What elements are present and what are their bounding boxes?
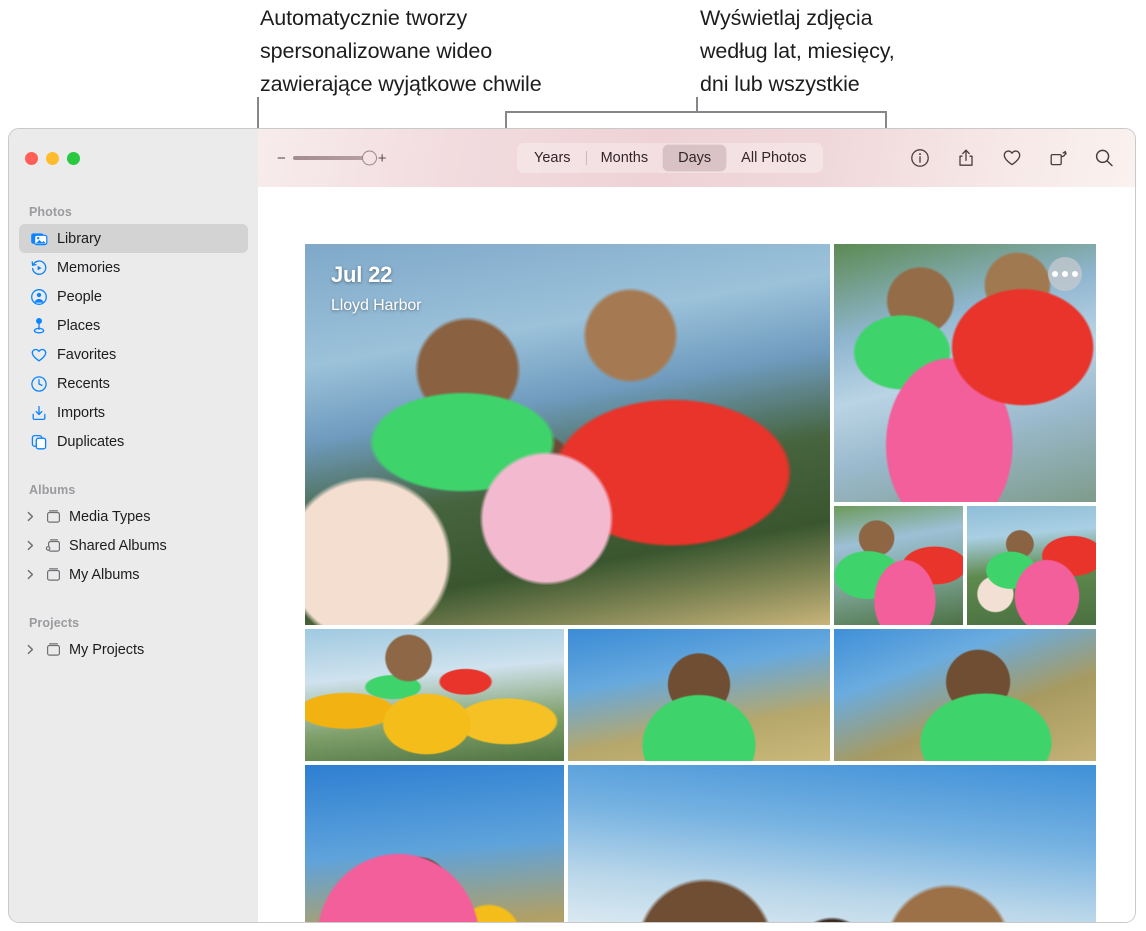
sidebar-item-label: Places [57, 318, 100, 334]
sidebar-item-label: My Albums [69, 567, 139, 583]
share-icon[interactable] [955, 147, 977, 169]
heart-icon [29, 345, 48, 364]
album-icon [43, 565, 63, 584]
titlebar-left-region [9, 129, 258, 187]
sidebar: Photos Library [9, 187, 258, 922]
callout-right-bracket-left-tip [505, 111, 507, 129]
chevron-right-icon[interactable] [24, 540, 37, 551]
sidebar-item-imports[interactable]: Imports [19, 398, 248, 427]
day-header-date: Jul 22 [331, 262, 421, 288]
sidebar-item-duplicates[interactable]: Duplicates [19, 427, 248, 456]
zoom-in-label[interactable]: + [378, 151, 387, 166]
callout-left-text: Automatycznie tworzy spersonalizowane wi… [260, 2, 680, 101]
callout-right-text: Wyświetlaj zdjęcia według lat, miesięcy,… [700, 2, 1000, 101]
album-icon [43, 507, 63, 526]
sidebar-item-label: Favorites [57, 347, 116, 363]
sidebar-item-people[interactable]: People [19, 282, 248, 311]
memories-icon [29, 258, 48, 277]
sidebar-item-label: Library [57, 231, 101, 247]
photo-tile[interactable] [568, 765, 1096, 922]
rotate-icon[interactable] [1047, 147, 1069, 169]
chevron-right-icon[interactable] [24, 511, 37, 522]
window-body: Photos Library [9, 187, 1135, 922]
view-mode-segmented-control: Years Months Days All Photos [517, 143, 823, 173]
photo-tile[interactable]: Jul 22 Lloyd Harbor [305, 244, 830, 625]
sidebar-item-label: Shared Albums [69, 538, 167, 554]
traffic-lights [25, 152, 80, 165]
photos-window: − + Years Months Days All Photos [8, 128, 1136, 923]
sidebar-item-label: People [57, 289, 102, 305]
duplicates-icon [29, 432, 48, 451]
photo-tile[interactable] [834, 506, 963, 625]
callout-right-leader-bracket [505, 111, 887, 113]
chevron-right-icon[interactable] [24, 569, 37, 580]
photo-tile[interactable] [834, 629, 1096, 761]
sidebar-item-label: Duplicates [57, 434, 124, 450]
chevron-right-icon[interactable] [24, 644, 37, 655]
day-header-place: Lloyd Harbor [331, 297, 421, 315]
zoom-button[interactable] [67, 152, 80, 165]
sidebar-item-label: Media Types [69, 509, 150, 525]
album-icon [43, 640, 63, 659]
photo-tile[interactable] [967, 506, 1096, 625]
screenshot-root: Automatycznie tworzy spersonalizowane wi… [0, 0, 1146, 931]
sidebar-item-memories[interactable]: Memories [19, 253, 248, 282]
sidebar-item-places[interactable]: Places [19, 311, 248, 340]
ellipsis-dot [1052, 271, 1058, 277]
sidebar-item-shared-albums[interactable]: Shared Albums [19, 531, 248, 560]
photo-tile[interactable] [568, 629, 830, 761]
heart-icon[interactable] [1001, 147, 1023, 169]
toolbar-icon-group [909, 147, 1115, 169]
zoom-out-label[interactable]: − [277, 151, 286, 166]
minimize-button[interactable] [46, 152, 59, 165]
search-icon[interactable] [1093, 147, 1115, 169]
sidebar-item-favorites[interactable]: Favorites [19, 340, 248, 369]
clock-icon [29, 374, 48, 393]
close-button[interactable] [25, 152, 38, 165]
window-titlebar: − + Years Months Days All Photos [9, 129, 1135, 187]
photo-tile[interactable] [305, 765, 564, 922]
shared-album-icon [43, 536, 63, 555]
callout-right-bracket-right-tip [885, 111, 887, 129]
library-icon [29, 229, 48, 248]
tab-days[interactable]: Days [663, 145, 726, 171]
sidebar-section-photos-header: Photos [19, 187, 248, 224]
day-header-overlay: Jul 22 Lloyd Harbor [331, 262, 421, 315]
tab-months[interactable]: Months [586, 145, 664, 171]
photo-grid-inner: Jul 22 Lloyd Harbor [305, 244, 1097, 922]
sidebar-item-label: Recents [57, 376, 110, 392]
sidebar-item-label: Imports [57, 405, 105, 421]
people-icon [29, 287, 48, 306]
zoom-slider-thumb[interactable] [362, 151, 377, 166]
places-icon [29, 316, 48, 335]
zoom-slider[interactable]: − + [277, 151, 387, 166]
zoom-slider-track[interactable] [293, 156, 371, 160]
sidebar-item-recents[interactable]: Recents [19, 369, 248, 398]
sidebar-item-my-projects[interactable]: My Projects [19, 635, 248, 664]
sidebar-item-label: My Projects [69, 642, 144, 658]
sidebar-section-albums-header: Albums [19, 456, 248, 502]
ellipsis-dot [1062, 271, 1068, 277]
sidebar-item-media-types[interactable]: Media Types [19, 502, 248, 531]
info-icon[interactable] [909, 147, 931, 169]
photo-tile[interactable] [305, 629, 564, 761]
sidebar-item-my-albums[interactable]: My Albums [19, 560, 248, 589]
ellipsis-dot [1072, 271, 1078, 277]
more-options-button[interactable] [1048, 257, 1082, 291]
photo-tile[interactable] [834, 244, 1096, 502]
sidebar-item-label: Memories [57, 260, 120, 276]
tab-years[interactable]: Years [519, 145, 586, 171]
sidebar-section-projects-header: Projects [19, 589, 248, 635]
import-icon [29, 403, 48, 422]
sidebar-item-library[interactable]: Library [19, 224, 248, 253]
photo-grid: Jul 22 Lloyd Harbor [258, 187, 1135, 922]
tab-all-photos[interactable]: All Photos [726, 145, 821, 171]
toolbar: − + Years Months Days All Photos [258, 129, 1135, 187]
